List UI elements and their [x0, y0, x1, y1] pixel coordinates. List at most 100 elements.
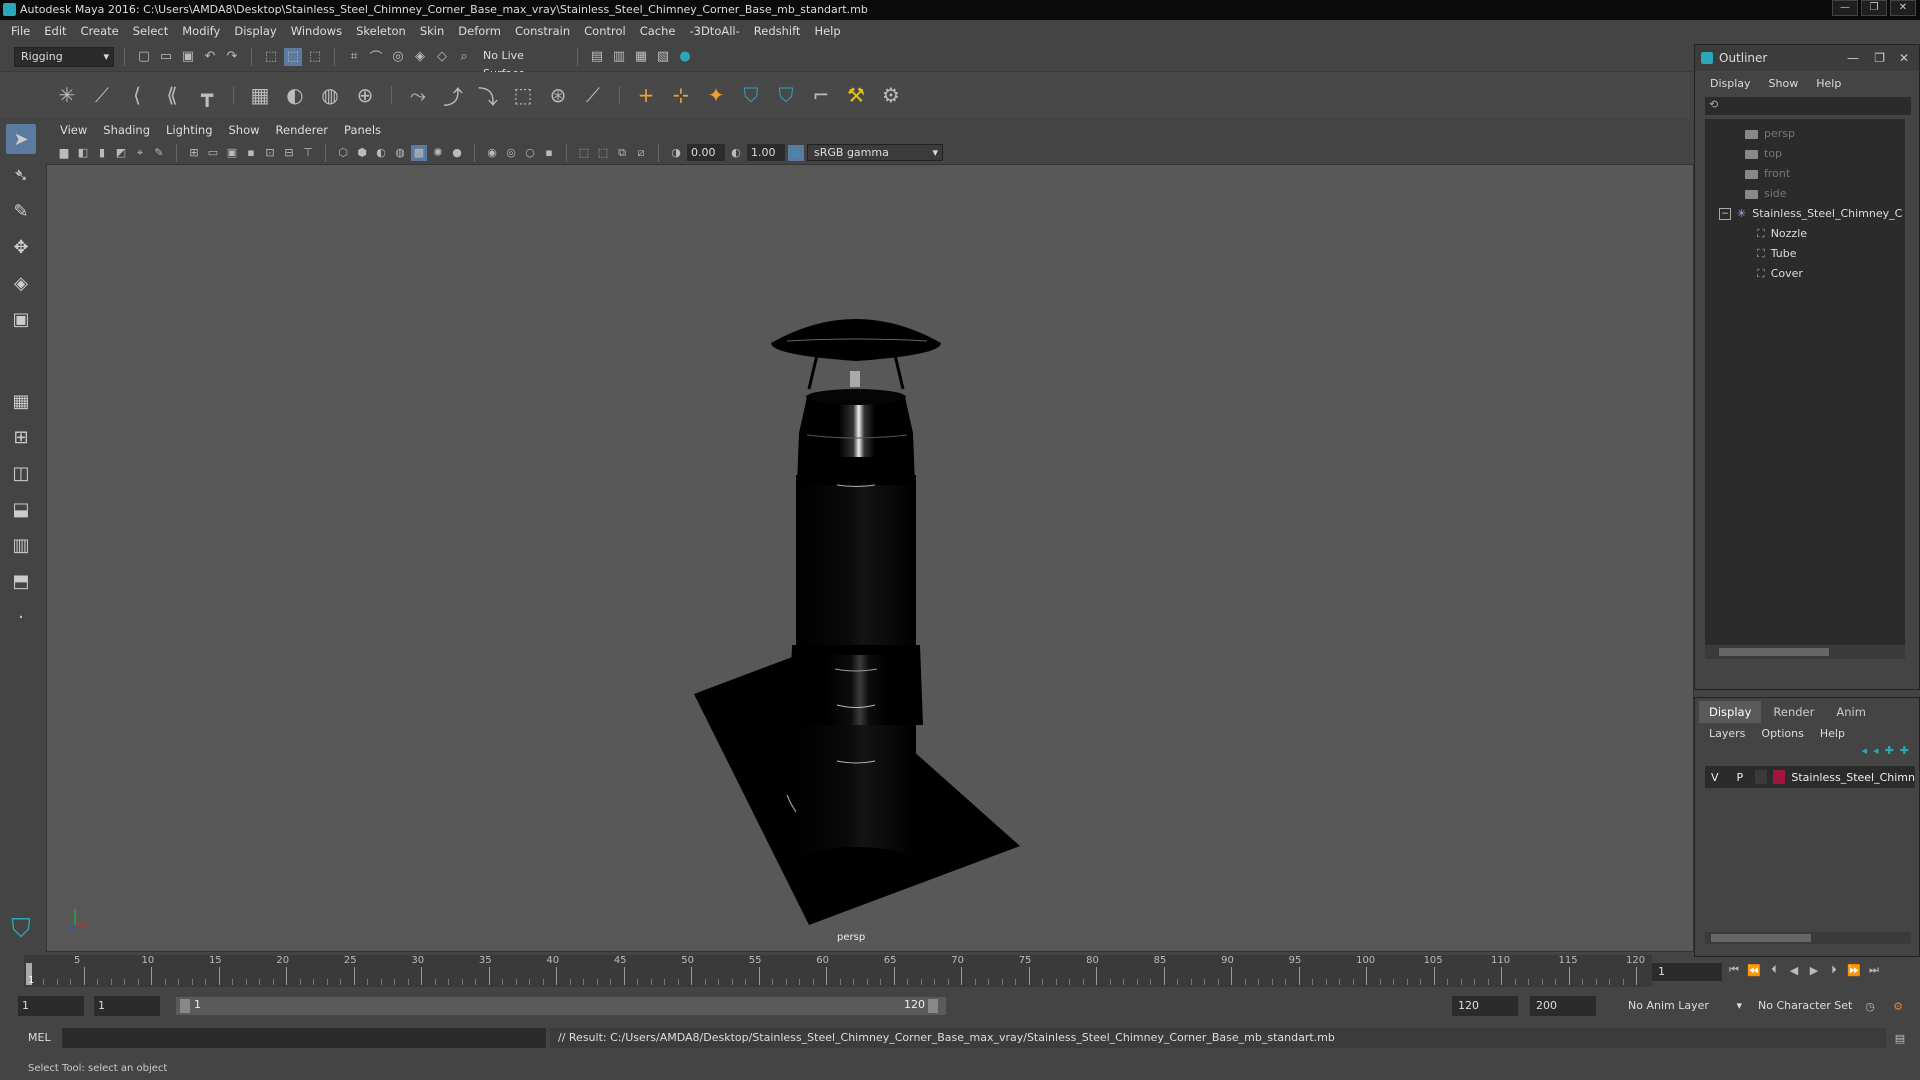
range-slider[interactable]: 1 120 — [176, 997, 946, 1015]
image-plane-icon[interactable]: ◩ — [113, 145, 129, 161]
exposure-field[interactable]: 0.00 — [687, 144, 725, 161]
grid-icon[interactable]: ⊞ — [186, 145, 202, 161]
xray-joints-icon[interactable]: ⧉ — [614, 145, 630, 161]
animation-start-field[interactable]: 1 — [18, 996, 84, 1016]
outliner-item-top[interactable]: top — [1745, 145, 1782, 163]
menu-file[interactable]: File — [4, 24, 37, 38]
outliner-menu-help[interactable]: Help — [1807, 77, 1850, 90]
persp-outliner-layout-icon[interactable]: ▥ — [6, 530, 36, 560]
wireframe-on-shaded-icon[interactable]: ◐ — [373, 145, 389, 161]
select-tool-icon[interactable]: ➤ — [6, 124, 36, 154]
menu-skin[interactable]: Skin — [413, 24, 451, 38]
render-view-icon[interactable]: ▧ — [654, 48, 672, 66]
menu-control[interactable]: Control — [577, 24, 633, 38]
menu-redshift[interactable]: Redshift — [747, 24, 808, 38]
menu-modify[interactable]: Modify — [175, 24, 227, 38]
ik-spline-icon[interactable]: ⟨ — [122, 80, 152, 110]
menu-skeleton[interactable]: Skeleton — [349, 24, 413, 38]
outliner-item-group[interactable]: − ✳ Stainless_Steel_Chimney_C — [1719, 205, 1902, 223]
playback-toggle[interactable]: P — [1737, 771, 1744, 784]
minimize-button[interactable]: — — [1832, 0, 1858, 16]
perspective-viewport[interactable]: persp — [46, 164, 1694, 952]
snap-grid-icon[interactable]: ⌗ — [345, 48, 363, 66]
cluster-icon[interactable]: ◍ — [315, 80, 345, 110]
textured-icon[interactable]: ◍ — [392, 145, 408, 161]
add-influence-icon[interactable]: ⊛ — [543, 80, 573, 110]
menu-windows[interactable]: Windows — [284, 24, 349, 38]
wrap-deformer-icon[interactable]: ◐ — [280, 80, 310, 110]
collapse-toolbox-icon[interactable]: · — [6, 602, 36, 632]
command-input[interactable] — [62, 1028, 546, 1048]
current-frame-field[interactable]: 1 — [1652, 963, 1722, 981]
exposure-icon[interactable]: ◑ — [668, 145, 684, 161]
smooth-bind-icon[interactable]: ⤴ — [438, 80, 468, 110]
depth-of-field-icon[interactable]: ○ — [522, 145, 538, 161]
viewport-menu-view[interactable]: View — [52, 123, 95, 137]
outliner-item-tube[interactable]: ⛶ Tube — [1757, 245, 1796, 263]
persp-hypershade-layout-icon[interactable]: ⬒ — [6, 566, 36, 596]
character-set-dropdown[interactable]: No Character Set — [1752, 996, 1864, 1016]
range-end-handle[interactable] — [928, 999, 938, 1013]
playback-end-field[interactable]: 120 — [1452, 996, 1518, 1016]
orient-joint-icon[interactable]: ┳ — [192, 80, 222, 110]
gamma-field[interactable]: 1.00 — [747, 144, 785, 161]
motion-blur-icon[interactable]: ◉ — [484, 145, 500, 161]
viewport-menu-renderer[interactable]: Renderer — [268, 123, 337, 137]
time-slider[interactable]: 5 10 15 20 25 30 35 40 45 50 55 60 65 70 75 80 85 90 95 100… — [24, 955, 1652, 987]
ik-handle-icon[interactable]: ⟋ — [87, 80, 117, 110]
side-by-side-layout-icon[interactable]: ◫ — [6, 458, 36, 488]
character-set-icon[interactable]: ⚙ — [876, 80, 906, 110]
mirror-joint-icon[interactable]: ⟪ — [157, 80, 187, 110]
bind-skin-icon[interactable]: ⤳ — [403, 80, 433, 110]
wireframe-icon[interactable]: ⬡ — [335, 145, 351, 161]
bookmark-icon[interactable]: ▮ — [94, 145, 110, 161]
anim-layer-dropdown[interactable]: No Anim Layer ▾ — [1622, 996, 1746, 1016]
menu-3dtoall[interactable]: -3DtoAll- — [682, 24, 746, 38]
anti-aliasing-icon[interactable]: ◎ — [503, 145, 519, 161]
blank-shelf-icon[interactable]: ⌐ — [806, 80, 836, 110]
film-gate-icon[interactable]: ▭ — [205, 145, 221, 161]
tab-anim[interactable]: Anim — [1826, 701, 1876, 723]
outliner-maximize-button[interactable]: ❐ — [1874, 45, 1885, 71]
scale-tool-icon[interactable]: ▣ — [6, 304, 36, 334]
visibility-toggle[interactable]: V — [1711, 771, 1719, 784]
close-button[interactable]: ✕ — [1890, 0, 1916, 16]
menu-set-dropdown[interactable]: Rigging ▾ — [14, 46, 114, 67]
range-start-handle[interactable] — [180, 999, 190, 1013]
outliner-close-button[interactable]: ✕ — [1899, 45, 1909, 71]
lasso-tool-icon[interactable]: ➴ — [6, 160, 36, 190]
live-surface-field[interactable]: No Live Surface — [477, 47, 567, 80]
menu-select[interactable]: Select — [126, 24, 175, 38]
outliner-horizontal-scrollbar[interactable] — [1705, 645, 1905, 659]
menu-cache[interactable]: Cache — [633, 24, 683, 38]
hypershade-icon[interactable]: ● — [676, 48, 694, 66]
ipr-render-icon[interactable]: ▦ — [632, 48, 650, 66]
single-perspective-layout-icon[interactable]: ▦ — [6, 386, 36, 416]
shadows-icon[interactable]: ✺ — [430, 145, 446, 161]
field-chart-icon[interactable]: ⊡ — [262, 145, 278, 161]
backface-culling-icon[interactable]: ⧄ — [633, 145, 649, 161]
viewport-menu-show[interactable]: Show — [221, 123, 268, 137]
menu-display[interactable]: Display — [227, 24, 283, 38]
move-layer-up-icon[interactable]: ◂ — [1862, 744, 1868, 757]
xray-icon[interactable]: ⬚ — [576, 145, 592, 161]
go-to-end-icon[interactable]: ⏭ — [1866, 962, 1882, 978]
menu-create[interactable]: Create — [74, 24, 126, 38]
lattice-icon[interactable]: ▦ — [245, 80, 275, 110]
rigid-bind-icon[interactable]: ⤵ — [473, 80, 503, 110]
maximize-button[interactable]: ❐ — [1861, 0, 1887, 16]
scrollbar-thumb[interactable] — [1719, 648, 1829, 656]
save-scene-icon[interactable]: ▣ — [179, 48, 197, 66]
color-management-icon[interactable]: ◎ — [788, 144, 804, 161]
step-back-frame-icon[interactable]: ⏴ — [1766, 962, 1782, 978]
layer-row[interactable]: V P Stainless_Steel_Chimn — [1705, 766, 1915, 788]
new-layer-selected-icon[interactable]: ✚ — [1900, 744, 1909, 757]
mel-label[interactable]: MEL — [28, 1031, 51, 1044]
menu-help[interactable]: Help — [807, 24, 847, 38]
tab-display[interactable]: Display — [1699, 701, 1762, 723]
menu-edit[interactable]: Edit — [37, 24, 73, 38]
safe-title-icon[interactable]: ⊤ — [300, 145, 316, 161]
point-constraint-icon[interactable]: ⊹ — [666, 80, 696, 110]
layer-menu-help[interactable]: Help — [1812, 727, 1853, 740]
safe-action-icon[interactable]: ⊟ — [281, 145, 297, 161]
